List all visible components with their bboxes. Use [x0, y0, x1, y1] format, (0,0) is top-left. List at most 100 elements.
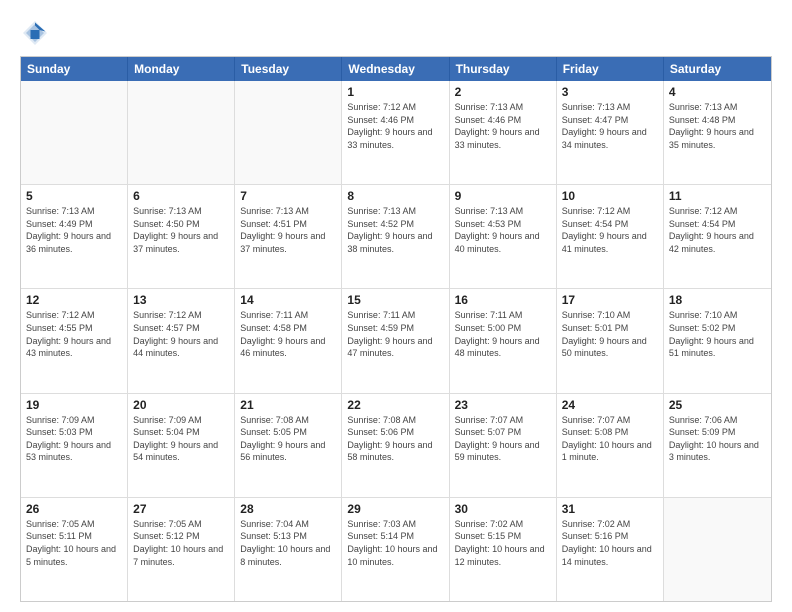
calendar-body: 1 Sunrise: 7:12 AM Sunset: 4:46 PM Daylig…	[21, 81, 771, 601]
cell-detail: Sunrise: 7:09 AM Sunset: 5:04 PM Dayligh…	[133, 414, 229, 464]
cell-detail: Sunrise: 7:05 AM Sunset: 5:12 PM Dayligh…	[133, 518, 229, 568]
calendar-cell: 18 Sunrise: 7:10 AM Sunset: 5:02 PM Dayli…	[664, 289, 771, 392]
cell-detail: Sunrise: 7:07 AM Sunset: 5:07 PM Dayligh…	[455, 414, 551, 464]
day-number: 27	[133, 502, 229, 516]
day-number: 18	[669, 293, 766, 307]
calendar-cell: 5 Sunrise: 7:13 AM Sunset: 4:49 PM Daylig…	[21, 185, 128, 288]
weekday-header: Tuesday	[235, 57, 342, 81]
weekday-header: Thursday	[450, 57, 557, 81]
cell-detail: Sunrise: 7:13 AM Sunset: 4:49 PM Dayligh…	[26, 205, 122, 255]
cell-detail: Sunrise: 7:10 AM Sunset: 5:01 PM Dayligh…	[562, 309, 658, 359]
day-number: 16	[455, 293, 551, 307]
logo-icon	[20, 18, 50, 48]
weekday-header: Monday	[128, 57, 235, 81]
day-number: 29	[347, 502, 443, 516]
day-number: 26	[26, 502, 122, 516]
day-number: 3	[562, 85, 658, 99]
calendar-cell: 20 Sunrise: 7:09 AM Sunset: 5:04 PM Dayli…	[128, 394, 235, 497]
calendar-cell: 1 Sunrise: 7:12 AM Sunset: 4:46 PM Daylig…	[342, 81, 449, 184]
calendar-cell	[235, 81, 342, 184]
cell-detail: Sunrise: 7:11 AM Sunset: 4:58 PM Dayligh…	[240, 309, 336, 359]
cell-detail: Sunrise: 7:05 AM Sunset: 5:11 PM Dayligh…	[26, 518, 122, 568]
cell-detail: Sunrise: 7:13 AM Sunset: 4:53 PM Dayligh…	[455, 205, 551, 255]
calendar-cell: 28 Sunrise: 7:04 AM Sunset: 5:13 PM Dayli…	[235, 498, 342, 601]
page-header	[20, 18, 772, 48]
day-number: 7	[240, 189, 336, 203]
calendar-header: SundayMondayTuesdayWednesdayThursdayFrid…	[21, 57, 771, 81]
weekday-header: Saturday	[664, 57, 771, 81]
calendar-cell: 19 Sunrise: 7:09 AM Sunset: 5:03 PM Dayli…	[21, 394, 128, 497]
calendar-cell: 26 Sunrise: 7:05 AM Sunset: 5:11 PM Dayli…	[21, 498, 128, 601]
day-number: 4	[669, 85, 766, 99]
cell-detail: Sunrise: 7:13 AM Sunset: 4:46 PM Dayligh…	[455, 101, 551, 151]
cell-detail: Sunrise: 7:07 AM Sunset: 5:08 PM Dayligh…	[562, 414, 658, 464]
day-number: 1	[347, 85, 443, 99]
calendar-cell	[21, 81, 128, 184]
calendar-cell: 9Sunrise: 7:13 AM Sunset: 4:53 PM Daylig…	[450, 185, 557, 288]
calendar-cell: 29 Sunrise: 7:03 AM Sunset: 5:14 PM Dayli…	[342, 498, 449, 601]
calendar-cell: 11Sunrise: 7:12 AM Sunset: 4:54 PM Dayli…	[664, 185, 771, 288]
day-number: 23	[455, 398, 551, 412]
day-number: 8	[347, 189, 443, 203]
cell-detail: Sunrise: 7:12 AM Sunset: 4:54 PM Dayligh…	[669, 205, 766, 255]
day-number: 30	[455, 502, 551, 516]
calendar-cell: 14 Sunrise: 7:11 AM Sunset: 4:58 PM Dayli…	[235, 289, 342, 392]
calendar-page: SundayMondayTuesdayWednesdayThursdayFrid…	[0, 0, 792, 612]
calendar-cell	[128, 81, 235, 184]
calendar-cell: 13 Sunrise: 7:12 AM Sunset: 4:57 PM Dayli…	[128, 289, 235, 392]
day-number: 21	[240, 398, 336, 412]
day-number: 14	[240, 293, 336, 307]
calendar-cell: 25Sunrise: 7:06 AM Sunset: 5:09 PM Dayli…	[664, 394, 771, 497]
calendar-cell: 27 Sunrise: 7:05 AM Sunset: 5:12 PM Dayli…	[128, 498, 235, 601]
day-number: 2	[455, 85, 551, 99]
cell-detail: Sunrise: 7:13 AM Sunset: 4:51 PM Dayligh…	[240, 205, 336, 255]
calendar-cell: 12 Sunrise: 7:12 AM Sunset: 4:55 PM Dayli…	[21, 289, 128, 392]
calendar-cell: 22Sunrise: 7:08 AM Sunset: 5:06 PM Dayli…	[342, 394, 449, 497]
calendar-cell: 3 Sunrise: 7:13 AM Sunset: 4:47 PM Daylig…	[557, 81, 664, 184]
cell-detail: Sunrise: 7:13 AM Sunset: 4:47 PM Dayligh…	[562, 101, 658, 151]
calendar: SundayMondayTuesdayWednesdayThursdayFrid…	[20, 56, 772, 602]
calendar-cell: 7 Sunrise: 7:13 AM Sunset: 4:51 PM Daylig…	[235, 185, 342, 288]
calendar-cell: 21 Sunrise: 7:08 AM Sunset: 5:05 PM Dayli…	[235, 394, 342, 497]
calendar-cell: 24 Sunrise: 7:07 AM Sunset: 5:08 PM Dayli…	[557, 394, 664, 497]
cell-detail: Sunrise: 7:02 AM Sunset: 5:16 PM Dayligh…	[562, 518, 658, 568]
cell-detail: Sunrise: 7:13 AM Sunset: 4:52 PM Dayligh…	[347, 205, 443, 255]
cell-detail: Sunrise: 7:13 AM Sunset: 4:50 PM Dayligh…	[133, 205, 229, 255]
day-number: 6	[133, 189, 229, 203]
day-number: 19	[26, 398, 122, 412]
logo	[20, 18, 54, 48]
cell-detail: Sunrise: 7:08 AM Sunset: 5:05 PM Dayligh…	[240, 414, 336, 464]
calendar-cell: 8 Sunrise: 7:13 AM Sunset: 4:52 PM Daylig…	[342, 185, 449, 288]
day-number: 20	[133, 398, 229, 412]
calendar-cell: 23 Sunrise: 7:07 AM Sunset: 5:07 PM Dayli…	[450, 394, 557, 497]
cell-detail: Sunrise: 7:09 AM Sunset: 5:03 PM Dayligh…	[26, 414, 122, 464]
cell-detail: Sunrise: 7:04 AM Sunset: 5:13 PM Dayligh…	[240, 518, 336, 568]
cell-detail: Sunrise: 7:12 AM Sunset: 4:46 PM Dayligh…	[347, 101, 443, 151]
cell-detail: Sunrise: 7:10 AM Sunset: 5:02 PM Dayligh…	[669, 309, 766, 359]
calendar-cell: 2 Sunrise: 7:13 AM Sunset: 4:46 PM Daylig…	[450, 81, 557, 184]
calendar-cell: 6 Sunrise: 7:13 AM Sunset: 4:50 PM Daylig…	[128, 185, 235, 288]
day-number: 25	[669, 398, 766, 412]
calendar-cell: 17 Sunrise: 7:10 AM Sunset: 5:01 PM Dayli…	[557, 289, 664, 392]
calendar-week: 12 Sunrise: 7:12 AM Sunset: 4:55 PM Dayli…	[21, 289, 771, 393]
calendar-cell: 15Sunrise: 7:11 AM Sunset: 4:59 PM Dayli…	[342, 289, 449, 392]
cell-detail: Sunrise: 7:12 AM Sunset: 4:57 PM Dayligh…	[133, 309, 229, 359]
weekday-header: Friday	[557, 57, 664, 81]
cell-detail: Sunrise: 7:03 AM Sunset: 5:14 PM Dayligh…	[347, 518, 443, 568]
day-number: 10	[562, 189, 658, 203]
cell-detail: Sunrise: 7:11 AM Sunset: 4:59 PM Dayligh…	[347, 309, 443, 359]
day-number: 5	[26, 189, 122, 203]
cell-detail: Sunrise: 7:13 AM Sunset: 4:48 PM Dayligh…	[669, 101, 766, 151]
day-number: 31	[562, 502, 658, 516]
weekday-header: Sunday	[21, 57, 128, 81]
calendar-cell: 10 Sunrise: 7:12 AM Sunset: 4:54 PM Dayli…	[557, 185, 664, 288]
cell-detail: Sunrise: 7:12 AM Sunset: 4:55 PM Dayligh…	[26, 309, 122, 359]
day-number: 12	[26, 293, 122, 307]
calendar-cell	[664, 498, 771, 601]
cell-detail: Sunrise: 7:12 AM Sunset: 4:54 PM Dayligh…	[562, 205, 658, 255]
day-number: 13	[133, 293, 229, 307]
cell-detail: Sunrise: 7:11 AM Sunset: 5:00 PM Dayligh…	[455, 309, 551, 359]
day-number: 28	[240, 502, 336, 516]
day-number: 24	[562, 398, 658, 412]
day-number: 17	[562, 293, 658, 307]
